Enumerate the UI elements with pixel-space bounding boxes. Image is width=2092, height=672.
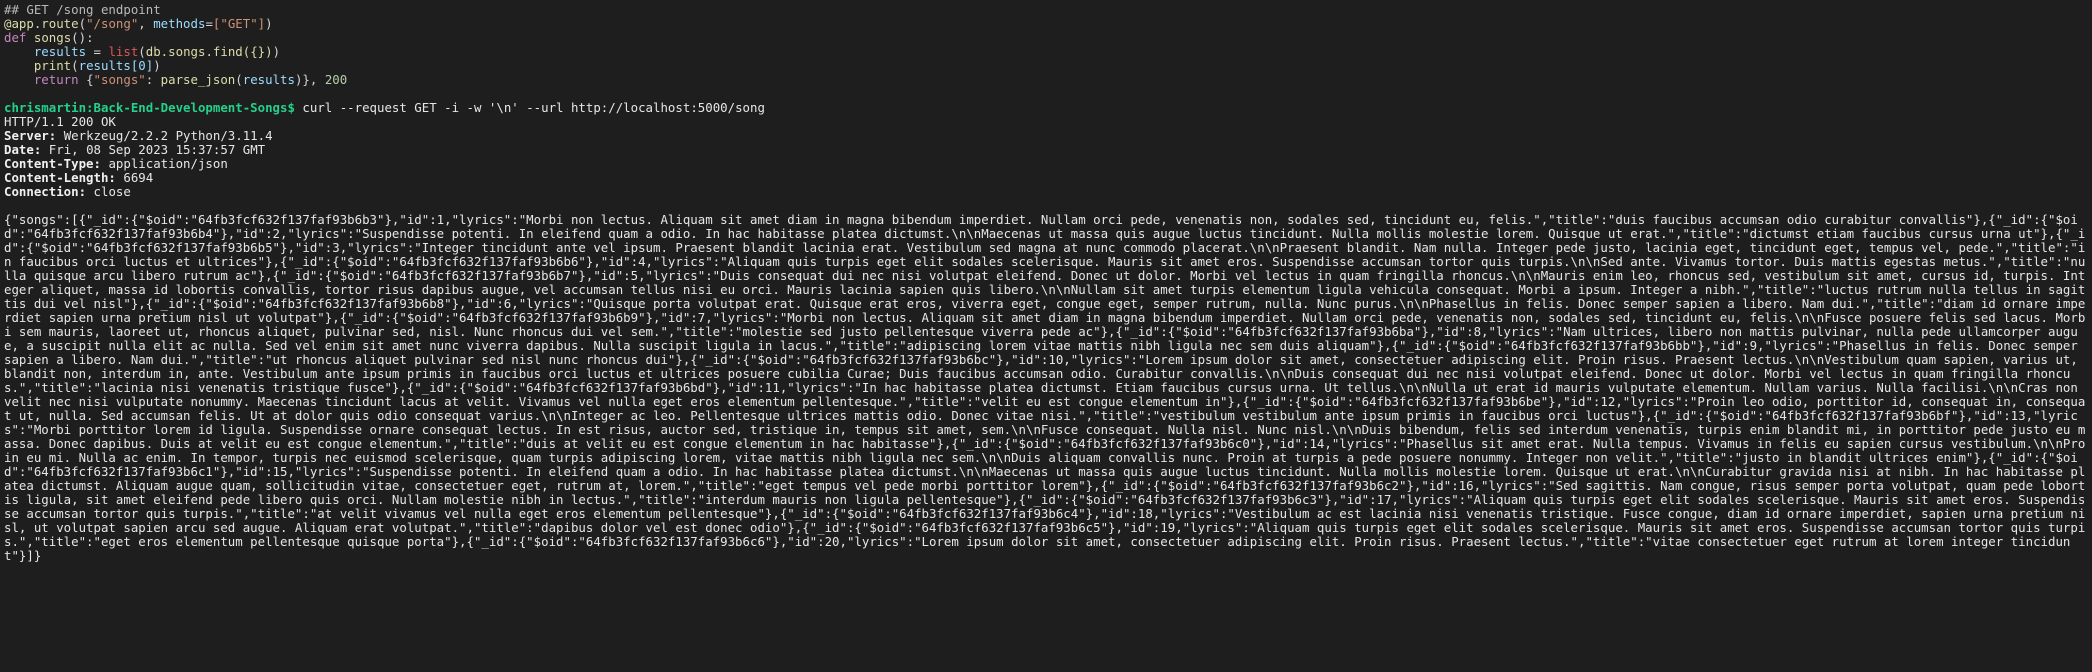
code-results-line: results = list(db.songs.find({})) (33, 44, 281, 59)
find-call: db.songs.find({}) (145, 44, 273, 59)
methods-keyword: methods (153, 16, 206, 31)
return-key: "songs" (93, 72, 146, 87)
methods-value: ["GET"] (212, 16, 266, 31)
print-builtin: print (33, 58, 72, 73)
code-comment: ## GET /song endpoint (4, 2, 161, 17)
command-line[interactable]: chrismartin:Back-End-Development-Songs$ … (4, 101, 2088, 115)
header-key: Date: (4, 142, 42, 157)
code-decorator-line: @app.route("/song", methods=["GET"]) (4, 16, 273, 31)
print-argument: results[0] (78, 58, 154, 73)
header-key: Content-Length: (4, 170, 116, 185)
route-path: "/song" (86, 16, 139, 31)
terminal-window[interactable]: ## GET /song endpoint @app.route("/song"… (0, 0, 2092, 672)
return-keyword: return (33, 72, 79, 87)
header-row: Content-Length: 6694 (4, 171, 2088, 185)
header-value: 6694 (123, 170, 154, 185)
results-variable: results (33, 44, 87, 59)
function-name: songs (33, 30, 72, 45)
decorator: @app.route (4, 16, 79, 31)
header-row: Content-Type: application/json (4, 157, 2088, 171)
def-keyword: def (4, 30, 27, 45)
list-builtin: list (108, 44, 139, 59)
code-def-line: def songs(): (4, 30, 94, 45)
shell-prompt: chrismartin:Back-End-Development-Songs$ (4, 100, 295, 115)
code-comment-line: ## GET /song endpoint (4, 3, 2088, 17)
header-value: Fri, 08 Sep 2023 15:37:57 GMT (48, 142, 266, 157)
header-key: Content-Type: (4, 156, 101, 171)
code-return-line: return {"songs": parse_json(results)}, 2… (33, 72, 348, 87)
response-headers: Server: Werkzeug/2.2.2 Python/3.11.4 Dat… (4, 129, 2088, 199)
parse-json-call: parse_json (160, 72, 236, 87)
header-key: Connection: (4, 184, 87, 199)
header-key: Server: (4, 128, 57, 143)
status-code: 200 (324, 72, 348, 87)
header-value: close (93, 184, 131, 199)
header-row: Date: Fri, 08 Sep 2023 15:37:57 GMT (4, 143, 2088, 157)
http-status-line: HTTP/1.1 200 OK (4, 114, 116, 129)
response-body: {"songs":[{"_id":{"$oid":"64fb3fcf632f13… (4, 212, 2086, 563)
return-results-arg: results (242, 72, 295, 87)
header-value: Werkzeug/2.2.2 Python/3.11.4 (63, 128, 273, 143)
code-snippet: ## GET /song endpoint @app.route("/song"… (4, 3, 2088, 87)
code-print-line: print(results[0]) (33, 58, 161, 73)
header-row: Server: Werkzeug/2.2.2 Python/3.11.4 (4, 129, 2088, 143)
header-value: application/json (108, 156, 228, 171)
header-row: Connection: close (4, 185, 2088, 199)
curl-command: curl --request GET -i -w '\n' --url http… (302, 100, 765, 115)
